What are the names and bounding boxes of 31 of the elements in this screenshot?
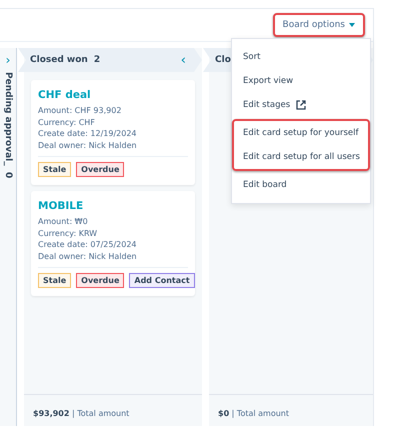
deal-property: Currency: KRW bbox=[38, 228, 98, 239]
column-title: Pending approval_ bbox=[3, 72, 13, 166]
deal-property: Create date: 07/25/2024 bbox=[38, 239, 138, 250]
board-options-button[interactable]: Board options bbox=[272, 13, 365, 37]
deal-property: Create date: 12/19/2024 bbox=[38, 128, 138, 140]
collapsed-column[interactable]: › Pending approval_ 0 bbox=[0, 48, 17, 426]
total-amount: $0 | Total amount bbox=[218, 409, 290, 418]
tag[interactable]: Overdue bbox=[76, 162, 124, 177]
deal-property: Deal owner: Nick Halden bbox=[38, 140, 138, 151]
column-count: 2 bbox=[94, 55, 100, 65]
deal-property: Amount: ₩0 bbox=[38, 216, 89, 228]
tag[interactable]: Stale bbox=[38, 162, 72, 177]
deal-card[interactable]: MOBILE Amount: ₩0 Currency: KRW Create date: 07/25/2024 Deal owner: Nick Halden Stale Overdue Add Contact bbox=[31, 191, 195, 296]
total-amount: $93,902 | Total amount bbox=[33, 409, 130, 418]
column-title: Closed won bbox=[30, 55, 88, 65]
deal-card[interactable]: CHF deal Amount: CHF 93,902 Currency: CHF Create date: 12/19/2024 Deal owner: Nick Halden Stale Overdue bbox=[31, 80, 195, 185]
menu-item[interactable]: Export view bbox=[234, 69, 368, 93]
deal-property: Amount: CHF 93,902 bbox=[38, 105, 122, 116]
menu-item[interactable]: Edit board bbox=[234, 173, 368, 197]
column-title: Clo bbox=[215, 55, 231, 65]
deal-property: Deal owner: Nick Halden bbox=[38, 250, 138, 262]
menu-item[interactable]: Edit card setup for all users bbox=[234, 145, 368, 169]
tag[interactable]: Add Contact bbox=[129, 273, 195, 288]
caret-icon bbox=[349, 23, 355, 27]
menu-item[interactable]: Edit stages bbox=[234, 93, 368, 117]
menu-item[interactable]: Sort bbox=[234, 45, 368, 69]
menu-item[interactable]: Edit card setup for yourself bbox=[234, 121, 368, 145]
tag[interactable]: Overdue bbox=[76, 273, 124, 288]
deal-property: Currency: CHF bbox=[38, 116, 96, 128]
tag[interactable]: Stale bbox=[38, 273, 72, 288]
column-count: 0 bbox=[3, 172, 13, 178]
